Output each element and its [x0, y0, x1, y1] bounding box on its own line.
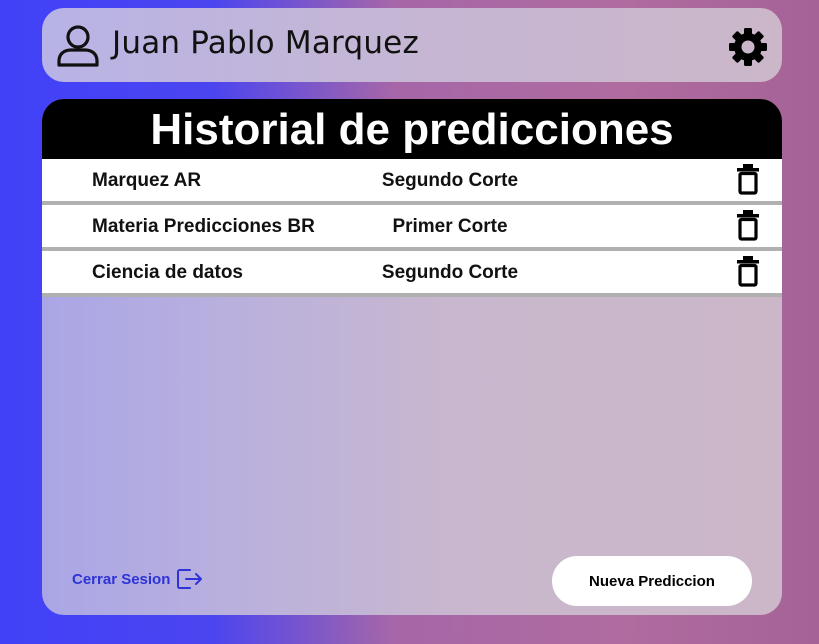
prediction-name: Ciencia de datos [92, 262, 243, 283]
logout-link[interactable]: Cerrar Sesion [72, 567, 204, 591]
history-list: Marquez AR Segundo Corte Materia Predicc… [42, 159, 782, 297]
gear-icon[interactable] [726, 25, 770, 69]
user-icon [57, 25, 99, 67]
trash-icon[interactable] [736, 209, 760, 241]
prediction-name: Materia Predicciones BR [92, 216, 315, 237]
history-title: Historial de predicciones [42, 99, 782, 159]
history-row[interactable]: Ciencia de datos Segundo Corte [42, 251, 782, 297]
logout-icon [177, 569, 203, 589]
prediction-period: Segundo Corte [381, 170, 519, 191]
new-prediction-button[interactable]: Nueva Prediccion [552, 556, 752, 606]
user-name: Juan Pablo Marquez [112, 25, 419, 61]
prediction-period: Segundo Corte [381, 262, 519, 283]
history-panel: Historial de predicciones Marquez AR Seg… [42, 99, 782, 615]
history-row[interactable]: Marquez AR Segundo Corte [42, 159, 782, 205]
prediction-name: Marquez AR [92, 170, 202, 191]
trash-icon[interactable] [736, 163, 760, 195]
user-header: Juan Pablo Marquez [42, 8, 782, 82]
trash-icon[interactable] [736, 255, 760, 287]
prediction-period: Primer Corte [392, 216, 508, 237]
logout-label: Cerrar Sesion [72, 570, 171, 588]
history-row[interactable]: Materia Predicciones BR Primer Corte [42, 205, 782, 251]
